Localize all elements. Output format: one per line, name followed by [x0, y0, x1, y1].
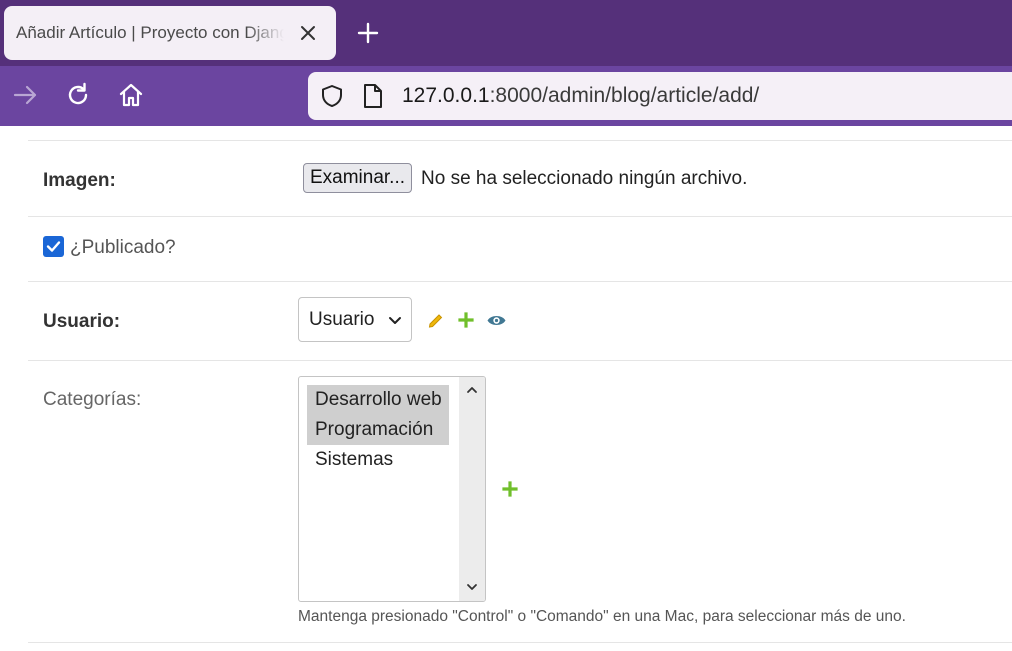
divider	[28, 281, 1012, 282]
categories-multiselect[interactable]: Desarrollo web Programación Sistemas	[298, 376, 486, 602]
shield-icon[interactable]	[320, 84, 344, 108]
new-tab-icon[interactable]	[354, 19, 382, 47]
user-select[interactable]: Usuario	[298, 297, 412, 342]
category-option[interactable]: Programación	[307, 415, 449, 445]
published-checkbox[interactable]	[43, 236, 64, 257]
admin-form: Imagen: Examinar... No se ha seleccionad…	[0, 126, 1012, 651]
category-option[interactable]: Sistemas	[307, 445, 449, 475]
scrollbar[interactable]	[459, 377, 485, 601]
url-host: 127.0.0.1	[402, 84, 490, 107]
forward-icon[interactable]	[10, 80, 40, 110]
image-label: Imagen:	[43, 170, 116, 191]
browse-button[interactable]: Examinar...	[303, 163, 412, 193]
url-path: :8000/admin/blog/article/add/	[489, 84, 760, 107]
divider	[28, 642, 1012, 643]
checkmark-icon	[46, 241, 61, 252]
add-category-icon[interactable]	[502, 481, 518, 497]
url-text[interactable]: 127.0.0.1:8000/admin/blog/article/add/	[402, 72, 759, 120]
user-label: Usuario:	[43, 311, 121, 332]
tab-strip: Añadir Artículo | Proyecto con Django	[0, 0, 1012, 66]
help-text: Mantenga presionado "Control" o "Comando…	[298, 608, 906, 625]
home-icon[interactable]	[116, 80, 146, 110]
divider	[28, 360, 1012, 361]
active-tab[interactable]: Añadir Artículo | Proyecto con Django	[4, 6, 336, 60]
close-tab-icon[interactable]	[296, 21, 320, 45]
scroll-down-icon[interactable]	[465, 580, 479, 594]
user-select-value: Usuario	[309, 309, 375, 330]
navigation-bar: 127.0.0.1:8000/admin/blog/article/add/	[0, 66, 1012, 126]
url-bar[interactable]: 127.0.0.1:8000/admin/blog/article/add/	[308, 72, 1012, 120]
pencil-icon[interactable]	[427, 311, 445, 329]
page-icon[interactable]	[362, 83, 384, 109]
scroll-up-icon[interactable]	[465, 383, 479, 397]
category-option[interactable]: Desarrollo web	[307, 385, 449, 415]
chevron-down-icon	[389, 317, 401, 324]
add-icon[interactable]	[458, 312, 474, 328]
view-icon[interactable]	[486, 313, 507, 328]
divider	[28, 216, 1012, 217]
reload-icon[interactable]	[63, 80, 93, 110]
tab-title: Añadir Artículo | Proyecto con Django	[16, 23, 284, 42]
published-label[interactable]: ¿Publicado?	[70, 237, 176, 259]
file-status: No se ha seleccionado ningún archivo.	[421, 168, 748, 189]
divider	[28, 140, 1012, 141]
categories-label: Categorías:	[43, 389, 142, 410]
